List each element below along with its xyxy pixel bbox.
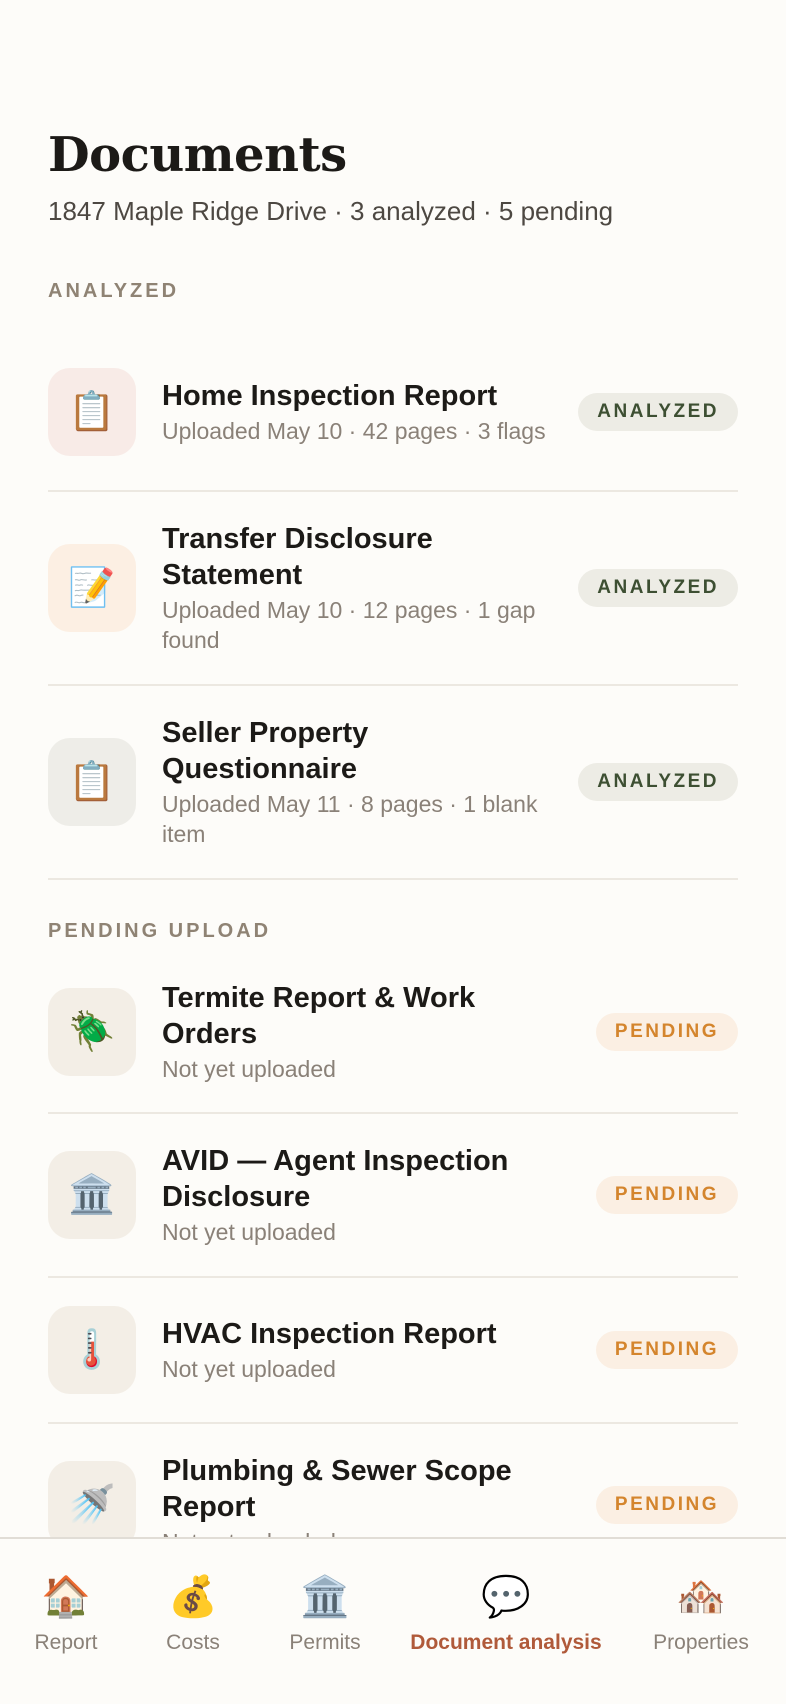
houses-icon: 🏘️	[676, 1575, 726, 1619]
document-row[interactable]: 🏛️ AVID — Agent Inspection Disclosure Not …	[48, 1114, 738, 1278]
document-text: Plumbing & Sewer Scope Report Not yet upl…	[162, 1453, 596, 1537]
tab-document-analysis[interactable]: 💬 Document analysis	[396, 1539, 616, 1699]
document-text: Seller Property Questionnaire Uploaded Ma…	[162, 715, 578, 849]
document-meta: Not yet uploaded	[162, 1056, 336, 1082]
document-row[interactable]: 🪲 Termite Report & Work Orders Not yet upl…	[48, 952, 738, 1114]
document-name: Termite Report & Work Orders	[162, 982, 476, 1050]
status-badge: ANALYZED	[578, 569, 738, 607]
clipboard-icon: 📋	[48, 738, 136, 826]
money-bag-icon: 💰	[168, 1575, 218, 1619]
status-badge: PENDING	[595, 1331, 738, 1369]
document-row[interactable]: 📋 Seller Property Questionnaire Uploaded M…	[48, 686, 738, 880]
tab-costs[interactable]: 💰 Costs	[132, 1539, 254, 1699]
document-row[interactable]: 🚿 Plumbing & Sewer Scope Report Not yet up…	[48, 1424, 738, 1537]
document-name: Transfer Disclosure Statement	[162, 523, 433, 591]
status-badge: PENDING	[595, 1486, 738, 1524]
document-meta: Uploaded May 10 · 42 pages · 3 flags	[162, 418, 546, 444]
document-meta: Uploaded May 11 · 8 pages · 1 blank item	[162, 791, 538, 847]
classical-building-icon: 🏛️	[300, 1575, 350, 1619]
house-icon: 🏠	[41, 1575, 91, 1619]
document-name: Home Inspection Report	[162, 380, 498, 412]
shower-icon: 🚿	[48, 1461, 136, 1537]
pending-document-list: 🪲 Termite Report & Work Orders Not yet upl…	[48, 952, 738, 1537]
bottom-tab-bar: 🏠 Report 💰 Costs 🏛️ Permits 💬 Document analysis…	[0, 1537, 786, 1704]
analyzed-document-list: 📋 Home Inspection Report Uploaded May 10 ·…	[48, 334, 738, 880]
status-badge: ANALYZED	[578, 393, 738, 431]
section-label-analyzed: ANALYZED	[48, 280, 180, 302]
document-name: Seller Property Questionnaire	[162, 717, 369, 785]
document-meta: Uploaded May 10 · 12 pages · 1 gap found	[162, 597, 536, 653]
document-meta: Not yet uploaded	[162, 1219, 336, 1245]
document-text: AVID — Agent Inspection Disclosure Not ye…	[162, 1143, 596, 1247]
document-name: HVAC Inspection Report	[162, 1318, 497, 1350]
document-row[interactable]: 📝 Transfer Disclosure Statement Uploaded M…	[48, 492, 738, 686]
document-name: Plumbing & Sewer Scope Report	[162, 1455, 512, 1523]
document-row[interactable]: 📋 Home Inspection Report Uploaded May 10 ·…	[48, 334, 738, 492]
document-name: AVID — Agent Inspection Disclosure	[162, 1145, 509, 1213]
page-subtitle: 1847 Maple Ridge Drive · 3 analyzed · 5 …	[48, 196, 614, 226]
tab-label: Report	[34, 1631, 98, 1654]
document-text: Transfer Disclosure Statement Uploaded Ma…	[162, 521, 578, 655]
status-badge: PENDING	[595, 1013, 738, 1051]
document-meta: Not yet uploaded	[162, 1527, 576, 1537]
tab-permits[interactable]: 🏛️ Permits	[254, 1539, 396, 1699]
document-meta: Not yet uploaded	[162, 1356, 336, 1382]
tab-label: Document analysis	[410, 1631, 602, 1654]
tab-properties[interactable]: 🏘️ Properties	[616, 1539, 786, 1699]
tab-label: Permits	[289, 1631, 361, 1654]
speech-bubble-icon: 💬	[481, 1575, 531, 1619]
documents-screen: Documents 1847 Maple Ridge Drive · 3 ana…	[0, 0, 786, 1704]
document-text: Home Inspection Report Uploaded May 10 · …	[162, 378, 578, 446]
section-label-pending: PENDING UPLOAD	[48, 920, 272, 942]
thermometer-icon: 🌡️	[48, 1306, 136, 1394]
clipboard-icon: 📋	[48, 368, 136, 456]
document-text: Termite Report & Work Orders Not yet uplo…	[162, 980, 596, 1084]
tab-label: Properties	[653, 1631, 749, 1654]
status-badge: ANALYZED	[578, 763, 738, 801]
status-badge: PENDING	[595, 1176, 738, 1214]
tab-report[interactable]: 🏠 Report	[0, 1539, 132, 1699]
tab-label: Costs	[166, 1631, 220, 1654]
document-row[interactable]: 🌡️ HVAC Inspection Report Not yet uploaded…	[48, 1278, 738, 1424]
document-text: HVAC Inspection Report Not yet uploaded	[162, 1316, 596, 1384]
memo-icon: 📝	[48, 544, 136, 632]
classical-building-icon: 🏛️	[48, 1151, 136, 1239]
page-title: Documents	[48, 127, 347, 183]
beetle-icon: 🪲	[48, 988, 136, 1076]
documents-content: Documents 1847 Maple Ridge Drive · 3 ana…	[0, 0, 786, 1537]
